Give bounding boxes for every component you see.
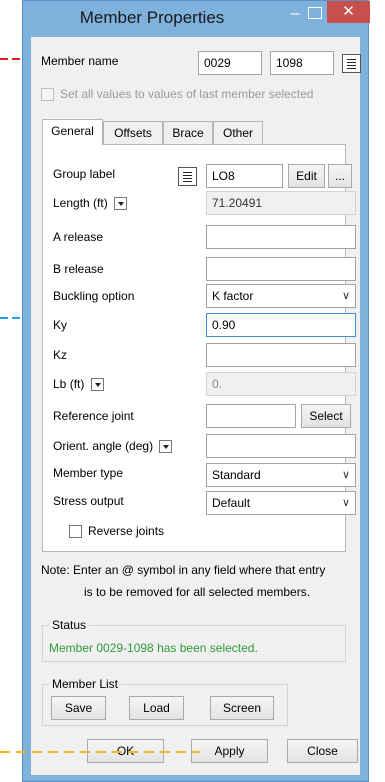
length-text: Length xyxy=(53,196,90,210)
a-release-label: A release xyxy=(53,230,104,244)
length-unit-dropdown-icon[interactable] xyxy=(114,197,128,211)
chevron-down-icon: ∨ xyxy=(341,497,350,509)
stress-output-value: Default xyxy=(212,496,251,510)
maximize-icon[interactable] xyxy=(308,7,322,19)
stress-output-label: Stress output xyxy=(53,494,124,508)
orient-angle-unit-dropdown-icon[interactable] xyxy=(159,440,173,454)
reference-joint-field[interactable] xyxy=(206,404,296,428)
member-list-icon[interactable] xyxy=(342,54,361,73)
note-line-1: Note: Enter an @ symbol in any field whe… xyxy=(41,563,326,577)
orient-angle-label: Orient. angle (deg) xyxy=(53,439,173,454)
lb-label: Lb (ft) xyxy=(53,377,104,392)
b-release-field[interactable] xyxy=(206,257,356,281)
more-group-button[interactable]: ... xyxy=(328,164,352,188)
reverse-joints-checkbox[interactable] xyxy=(69,525,82,538)
close-window-icon[interactable]: ✕ xyxy=(327,1,370,23)
orient-angle-text: Orient. angle xyxy=(53,439,122,453)
member-type-select[interactable]: Standard ∨ xyxy=(206,463,356,487)
a-release-field[interactable] xyxy=(206,225,356,249)
set-all-checkbox[interactable] xyxy=(41,88,54,101)
tab-brace[interactable]: Brace xyxy=(163,121,213,145)
orient-angle-unit: (deg) xyxy=(125,439,154,453)
lb-unit: (ft) xyxy=(69,377,85,391)
status-groupbox: Status Member 0029-1098 has been selecte… xyxy=(42,618,346,662)
set-all-label: Set all values to values of last member … xyxy=(60,87,314,101)
lb-text: Lb xyxy=(53,377,67,391)
reference-joint-label: Reference joint xyxy=(53,409,134,423)
screen-button[interactable]: Screen xyxy=(210,696,274,720)
b-release-label: B release xyxy=(53,262,104,276)
close-button[interactable]: Close xyxy=(287,739,358,763)
buckling-option-select[interactable]: K factor ∨ xyxy=(206,284,356,308)
group-label-field[interactable]: LO8 xyxy=(206,164,283,188)
general-tab-panel: Group label LO8 Edit ... Length (ft) 71.… xyxy=(42,144,356,552)
load-button[interactable]: Load xyxy=(129,696,184,720)
reverse-joints-label: Reverse joints xyxy=(88,524,165,538)
orient-angle-field[interactable] xyxy=(206,434,356,458)
group-list-icon[interactable] xyxy=(178,167,197,186)
member-list-title: Member List xyxy=(49,677,122,691)
kz-field[interactable] xyxy=(206,343,356,367)
lb-value: 0. xyxy=(206,372,356,396)
window-title: Member Properties xyxy=(79,8,225,27)
apply-button[interactable]: Apply xyxy=(191,739,268,763)
select-joint-button[interactable]: Select xyxy=(301,404,351,428)
dialog-client-area: Member name 0029 1098 Set all values to … xyxy=(31,37,361,775)
tab-offsets[interactable]: Offsets xyxy=(103,121,163,145)
member-type-value: Standard xyxy=(212,468,261,482)
buckling-option-label: Buckling option xyxy=(53,289,135,303)
stress-output-select[interactable]: Default ∨ xyxy=(206,491,356,515)
annotation-line-yellow xyxy=(0,751,200,753)
status-title: Status xyxy=(49,618,90,632)
note-text: Note: Enter an @ symbol in any field whe… xyxy=(41,559,353,603)
buckling-option-value: K factor xyxy=(212,289,254,303)
title-bar[interactable]: Member Properties – ✕ xyxy=(23,1,370,37)
member-name-label: Member name xyxy=(41,54,119,68)
group-label-label: Group label xyxy=(53,167,116,181)
length-unit: (ft) xyxy=(93,196,108,210)
tab-other[interactable]: Other xyxy=(213,121,263,145)
status-message: Member 0029-1098 has been selected. xyxy=(49,641,258,655)
kz-label: Kz xyxy=(53,348,68,362)
lb-unit-dropdown-icon[interactable] xyxy=(90,378,104,392)
note-line-2: is to be removed for all selected member… xyxy=(83,585,311,599)
ky-label: Ky xyxy=(53,318,68,332)
annotation-line-red xyxy=(0,58,21,60)
tab-general[interactable]: General xyxy=(42,119,103,145)
edit-group-button[interactable]: Edit xyxy=(288,164,325,188)
ky-field[interactable]: 0.90 xyxy=(206,313,356,337)
minimize-icon[interactable]: – xyxy=(285,5,305,25)
start-joint-field[interactable]: 0029 xyxy=(198,51,262,75)
member-type-label: Member type xyxy=(53,466,124,480)
save-button[interactable]: Save xyxy=(51,696,106,720)
length-label: Length (ft) xyxy=(53,196,128,211)
end-joint-field[interactable]: 1098 xyxy=(270,51,334,75)
chevron-down-icon: ∨ xyxy=(341,469,350,481)
length-value: 71.20491 xyxy=(206,191,356,215)
member-properties-window: Member Properties – ✕ Member name 0029 1… xyxy=(22,0,370,782)
member-list-groupbox: Member List Save Load Screen xyxy=(42,677,288,726)
chevron-down-icon: ∨ xyxy=(341,290,350,302)
